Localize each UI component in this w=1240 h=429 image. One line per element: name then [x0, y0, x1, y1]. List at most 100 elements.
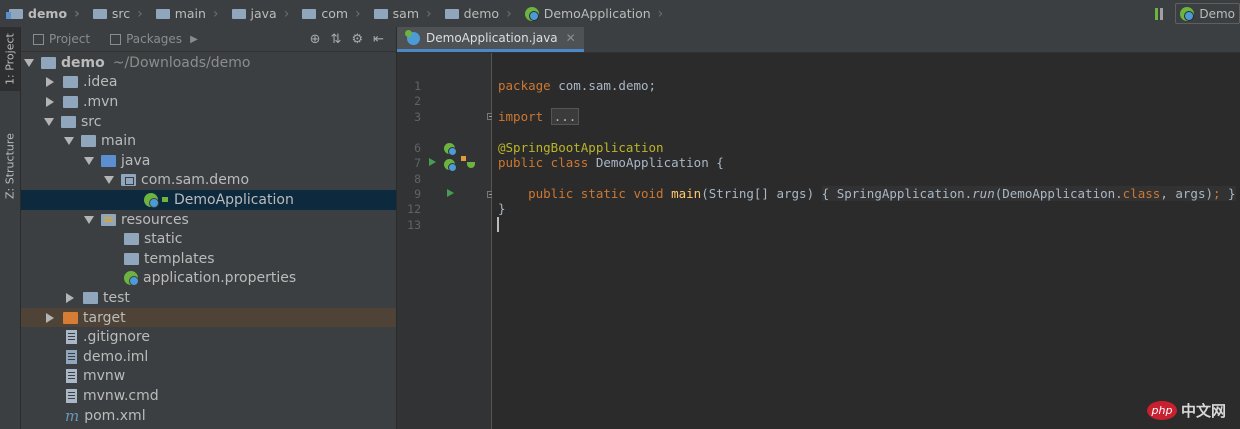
collapsed-arrow-icon[interactable]	[66, 292, 74, 303]
maven-icon: m	[65, 406, 80, 425]
spring-properties-icon	[124, 271, 139, 287]
line-number: 9	[414, 187, 421, 201]
line-number: 1	[414, 79, 421, 93]
folder-icon	[444, 8, 459, 19]
tree-item[interactable]: .mvn	[21, 92, 396, 112]
excluded-folder-icon	[63, 311, 78, 324]
code-line-6: @SpringBootApplication	[498, 140, 664, 155]
expanded-arrow-icon[interactable]	[104, 176, 114, 185]
tab-demo-application-java[interactable]: DemoApplication.java ✕	[397, 27, 584, 52]
tree-item-label: DemoApplication	[174, 191, 294, 208]
folder-icon	[155, 8, 170, 19]
tree-item[interactable]: java	[21, 151, 396, 171]
tree-item[interactable]: target	[21, 307, 396, 328]
tree-item[interactable]: DemoApplication	[21, 190, 396, 210]
code-line-7: public class DemoApplication {	[498, 155, 724, 170]
breadcrumb-separator: ›	[74, 5, 80, 22]
spring-boot-app-icon[interactable]	[444, 143, 457, 156]
tree-item[interactable]: application.properties	[21, 269, 396, 289]
folded-method-body[interactable]: { SpringApplication.run(DemoApplication.…	[821, 186, 1236, 201]
run-class-icon[interactable]	[429, 158, 436, 166]
spring-beans-icon[interactable]	[461, 156, 475, 170]
more-views-chevron-icon[interactable]: ▶	[190, 34, 198, 45]
folded-imports[interactable]: ...	[550, 108, 580, 125]
tree-item[interactable]: demo.iml	[21, 347, 396, 367]
tree-item[interactable]: resources	[21, 210, 396, 230]
text-file-icon	[66, 330, 77, 345]
tree-item[interactable]: main	[21, 131, 396, 151]
line-number: 13	[407, 218, 421, 232]
spring-boot-app-icon-2[interactable]	[444, 159, 457, 172]
tree-item-label: resources	[121, 211, 189, 228]
tree-item-label: .gitignore	[83, 329, 150, 346]
code-line-3: import ...	[498, 108, 580, 125]
tree-item-label: java	[121, 152, 151, 169]
code-editor[interactable]: package com.sam.demo; import ... @Spring…	[492, 53, 1240, 429]
left-tool-stripe: 1: Project Z: Structure	[0, 27, 21, 429]
tree-item[interactable]: demo ~/Downloads/demo	[21, 53, 396, 73]
tree-item-label: mvnw.cmd	[83, 387, 159, 404]
breadcrumb-1[interactable]: src ›	[84, 0, 147, 27]
folder-icon	[373, 8, 388, 19]
breadcrumb-6[interactable]: demo ›	[436, 0, 516, 27]
breadcrumb-3[interactable]: java ›	[223, 0, 294, 27]
close-tab-icon[interactable]: ✕	[566, 31, 576, 45]
text-file-icon	[66, 369, 77, 384]
tree-item-label: src	[81, 113, 102, 130]
folder-icon	[124, 233, 139, 246]
expanded-arrow-icon[interactable]	[44, 117, 54, 126]
project-panel-toolbar: ⊕ ⇅ ⚙ ⇤	[310, 27, 384, 51]
tree-item[interactable]: templates	[21, 249, 396, 269]
folder-icon	[302, 8, 317, 19]
breadcrumb-7[interactable]: DemoApplication ›	[516, 0, 668, 27]
breadcrumb-4[interactable]: com ›	[293, 0, 364, 27]
tab-project[interactable]: Project	[21, 27, 98, 51]
run-configuration-selector[interactable]: Demo	[1175, 3, 1240, 24]
structure-tool-tab[interactable]: Z: Structure	[0, 111, 20, 221]
collapsed-arrow-icon[interactable]	[46, 96, 54, 107]
expanded-arrow-icon[interactable]	[24, 58, 34, 67]
breadcrumb-2[interactable]: main ›	[147, 0, 223, 27]
tree-item[interactable]: src	[21, 112, 396, 132]
project-panel: Project Packages ▶ ⊕ ⇅ ⚙ ⇤ demo ~/Downloa…	[21, 27, 396, 429]
breadcrumb-5[interactable]: sam ›	[365, 0, 436, 27]
breadcrumb-separator: ›	[657, 5, 664, 22]
hide-panel-icon[interactable]: ⇤	[373, 32, 384, 47]
tree-item-label: target	[83, 309, 126, 326]
spring-run-config-icon	[1180, 6, 1195, 21]
text-caret	[497, 217, 499, 232]
expanded-arrow-icon[interactable]	[84, 156, 94, 165]
tree-item[interactable]: test	[21, 288, 396, 308]
expanded-arrow-icon[interactable]	[84, 215, 94, 224]
line-number: 12	[407, 202, 421, 216]
tree-item[interactable]: .gitignore	[21, 327, 396, 347]
build-icon[interactable]	[1153, 7, 1165, 21]
collapsed-arrow-icon[interactable]	[46, 77, 54, 88]
line-number: 6	[414, 141, 421, 155]
tree-item[interactable]: com.sam.demo	[21, 171, 396, 191]
packages-view-icon	[110, 33, 122, 45]
folder-icon	[92, 8, 107, 19]
php-logo: php	[1146, 401, 1177, 420]
collapsed-arrow-icon[interactable]	[46, 312, 54, 323]
spring-class-icon	[405, 29, 420, 45]
tree-item[interactable]: static	[21, 229, 396, 249]
folder-icon	[124, 252, 139, 265]
breadcrumb-separator: ›	[426, 5, 432, 22]
tree-item[interactable]: mvnw.cmd	[21, 386, 396, 406]
tree-item[interactable]: m pom.xml	[21, 406, 396, 426]
tree-item[interactable]: mvnw	[21, 367, 396, 387]
scroll-from-source-icon[interactable]: ⊕	[310, 32, 321, 47]
code-line-9: public static void main(String[] args) {…	[528, 186, 1236, 201]
run-main-icon[interactable]	[447, 189, 454, 197]
collapse-all-icon[interactable]: ⇅	[331, 32, 342, 47]
expanded-arrow-icon[interactable]	[64, 137, 74, 146]
project-tool-tab[interactable]: 1: Project	[0, 27, 20, 91]
tree-item-label: static	[144, 231, 183, 248]
folder-icon	[63, 76, 78, 89]
tree-item[interactable]: .idea	[21, 73, 396, 93]
tab-packages[interactable]: Packages	[98, 27, 190, 51]
breadcrumb-0[interactable]: demo ›	[0, 0, 84, 27]
tree-item-label: templates	[144, 250, 215, 267]
settings-gear-icon[interactable]: ⚙	[351, 32, 363, 47]
